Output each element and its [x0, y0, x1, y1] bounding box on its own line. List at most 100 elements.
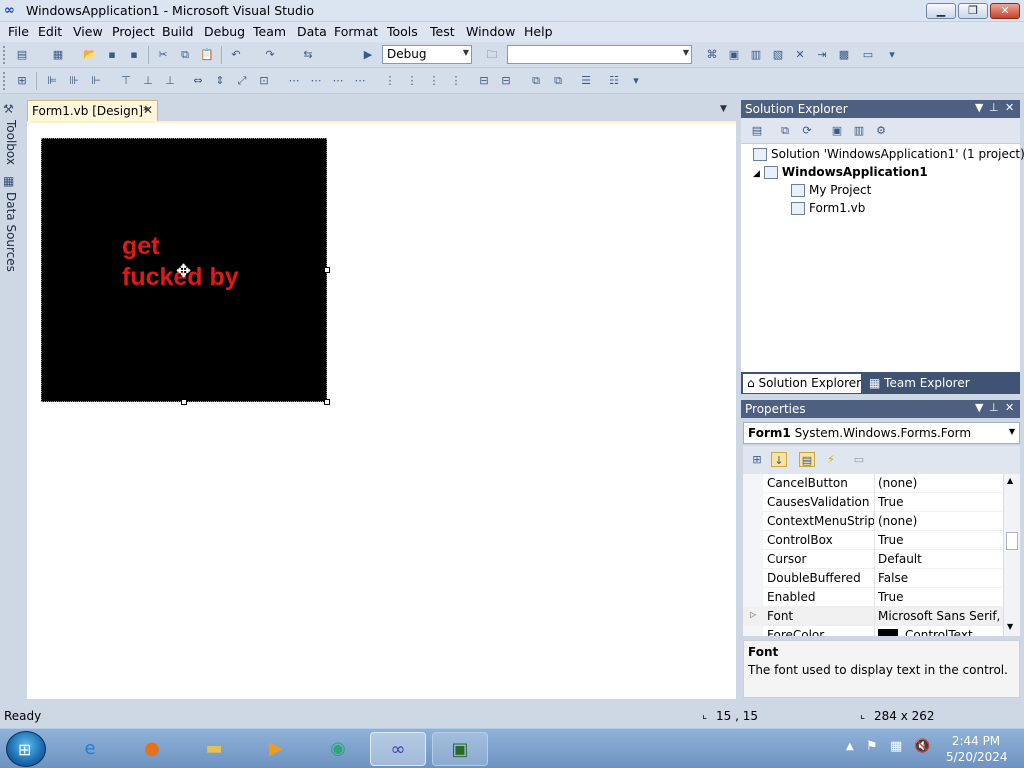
align-tops-icon[interactable]: ⊤	[118, 73, 134, 88]
make-same-height-icon[interactable]: ⇕	[212, 73, 228, 88]
property-value[interactable]: True	[878, 533, 1002, 547]
close-icon[interactable]: ✕	[1005, 101, 1014, 114]
toolbar-grip[interactable]	[3, 46, 6, 64]
menu-test[interactable]: Test	[430, 24, 455, 39]
property-value[interactable]: (none)	[878, 514, 1002, 528]
close-button[interactable]: ✕	[990, 3, 1020, 19]
menu-build[interactable]: Build	[162, 24, 193, 39]
resize-handle-bottom[interactable]	[181, 399, 187, 405]
new-project-icon[interactable]: ▤	[14, 47, 30, 62]
property-value[interactable]: True	[878, 590, 1002, 604]
close-icon[interactable]: ✕	[1005, 401, 1014, 414]
start-page-icon[interactable]: ⇥	[814, 47, 830, 62]
menu-team[interactable]: Team	[253, 24, 286, 39]
scroll-up-icon[interactable]: ▲	[1007, 476, 1013, 485]
tab-order-icon[interactable]: ☰	[578, 73, 594, 88]
menu-debug[interactable]: Debug	[204, 24, 245, 39]
scroll-thumb[interactable]	[1006, 532, 1018, 550]
expand-arrow-icon[interactable]: ◢	[753, 169, 760, 179]
resize-handle-corner[interactable]	[324, 399, 330, 405]
toolbox-tab[interactable]: Toolbox	[2, 120, 18, 165]
view-designer-icon[interactable]: ▥	[851, 123, 867, 138]
property-row[interactable]: ControlBox True	[743, 531, 1003, 550]
chevron-down-icon[interactable]: ▼	[975, 401, 983, 414]
redo-icon[interactable]: ↷	[262, 47, 278, 62]
toolbox-icon[interactable]: ⚒	[3, 102, 14, 116]
align-to-grid-icon[interactable]: ⊞	[14, 73, 30, 88]
property-value[interactable]: True	[878, 495, 1002, 509]
tab-form1-design[interactable]: Form1.vb [Design]* ✕	[27, 100, 158, 121]
action-center-flag-icon[interactable]: ⚑	[866, 739, 878, 754]
tab-solution-explorer[interactable]: ⌂ Solution Explorer	[743, 374, 861, 393]
save-all-icon[interactable]: ▪	[126, 47, 142, 62]
toolbar-options-icon[interactable]: ▾	[628, 73, 644, 88]
close-icon[interactable]: ✕	[143, 103, 153, 117]
document-list-dropdown-icon[interactable]: ▼	[720, 104, 727, 114]
tree-item-project[interactable]: ◢ WindowsApplication1	[753, 165, 928, 179]
property-row[interactable]: Cursor Default	[743, 550, 1003, 569]
view-code-icon[interactable]: ▣	[829, 123, 845, 138]
size-to-grid-icon[interactable]: ⊡	[256, 73, 272, 88]
tab-team-explorer[interactable]: ▦ Team Explorer	[865, 374, 974, 393]
remove-horizontal-spacing-icon[interactable]: ⋯	[352, 73, 368, 88]
toolbar-grip[interactable]	[3, 72, 6, 90]
solution-configuration-select[interactable]: Debug ▼	[382, 45, 472, 64]
menu-edit[interactable]: Edit	[38, 24, 62, 39]
command-window-icon[interactable]: ▭	[860, 47, 876, 62]
property-value[interactable]: False	[878, 571, 1002, 585]
properties-view-icon[interactable]: ▤	[799, 452, 815, 467]
pin-icon[interactable]: ⊥	[989, 401, 999, 414]
show-all-files-icon[interactable]: ⧉	[777, 123, 793, 138]
property-pages-icon[interactable]: ▭	[851, 452, 867, 467]
menu-file[interactable]: File	[8, 24, 29, 39]
class-view-icon[interactable]: ▩	[836, 47, 852, 62]
property-row-selected[interactable]: ▷ Font Microsoft Sans Serif, 8.2	[743, 607, 1003, 626]
pin-icon[interactable]: ⊥	[989, 101, 999, 114]
events-icon[interactable]: ⚡	[823, 452, 839, 467]
find-combo[interactable]: ▼	[507, 45, 692, 64]
align-centers-icon[interactable]: ⊪	[66, 73, 82, 88]
resize-handle-right[interactable]	[324, 267, 330, 273]
center-vertically-icon[interactable]: ⊟	[498, 73, 514, 88]
align-lefts-icon[interactable]: ⊫	[44, 73, 60, 88]
alphabetical-icon[interactable]: ↓	[771, 452, 787, 467]
object-browser-icon[interactable]: ▥	[748, 47, 764, 62]
lock-controls-icon[interactable]: ☷	[606, 73, 622, 88]
copy-icon[interactable]: ⧉	[177, 47, 193, 62]
minimize-button[interactable]: ▁	[926, 3, 956, 19]
class-diagram-icon[interactable]: ⚙	[873, 123, 889, 138]
form1-design-preview[interactable]: get fucked by ✥	[41, 138, 327, 402]
align-bottoms-icon[interactable]: ⊥	[162, 73, 178, 88]
internet-explorer-icon[interactable]: e	[62, 732, 118, 766]
send-to-back-icon[interactable]: ⧉	[550, 73, 566, 88]
property-value[interactable]: Microsoft Sans Serif, 8.2	[878, 609, 1002, 623]
chevron-down-icon[interactable]: ▼	[975, 101, 983, 114]
data-sources-tab[interactable]: Data Sources	[2, 192, 18, 272]
remove-vertical-spacing-icon[interactable]: ⋮	[448, 73, 464, 88]
property-value[interactable]: ControlText	[905, 628, 1003, 636]
media-player-icon[interactable]: ▶	[248, 732, 304, 766]
app-icon[interactable]: ◉	[310, 732, 366, 766]
tree-item-form1[interactable]: Form1.vb	[791, 201, 865, 215]
start-debugging-icon[interactable]: ▶	[360, 47, 376, 62]
add-item-icon[interactable]: ▦	[50, 47, 66, 62]
property-row[interactable]: Enabled True	[743, 588, 1003, 607]
properties-icon[interactable]: ▣	[726, 47, 742, 62]
property-row[interactable]: CancelButton (none)	[743, 474, 1003, 493]
property-value[interactable]: Default	[878, 552, 1002, 566]
network-icon[interactable]: ▦	[890, 739, 902, 754]
solution-explorer-icon[interactable]: ⌘	[704, 47, 720, 62]
maximize-button[interactable]: ❐	[958, 3, 988, 19]
tools-icon[interactable]: ✕	[792, 47, 808, 62]
menu-project[interactable]: Project	[112, 24, 155, 39]
save-icon[interactable]: ▪	[104, 47, 120, 62]
open-file-icon[interactable]: 📂	[82, 47, 98, 62]
property-value[interactable]: (none)	[878, 476, 1002, 490]
paste-icon[interactable]: 📋	[199, 47, 215, 62]
menu-data[interactable]: Data	[297, 24, 327, 39]
properties-object-select[interactable]: Form1 System.Windows.Forms.Form ▼	[743, 422, 1020, 444]
data-sources-icon[interactable]: ▦	[3, 174, 14, 188]
form-app-taskbar-icon[interactable]: ▣	[432, 732, 488, 766]
tree-item-solution[interactable]: Solution 'WindowsApplication1' (1 projec…	[753, 147, 1024, 161]
tree-item-my-project[interactable]: My Project	[791, 183, 871, 197]
